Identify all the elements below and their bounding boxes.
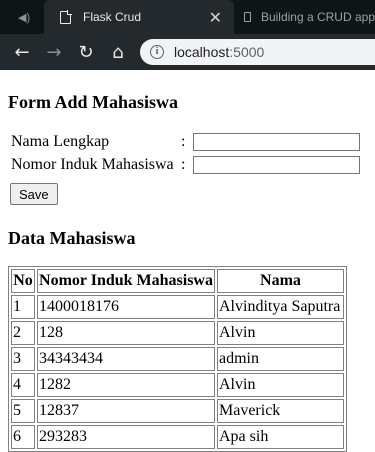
nim-cell (192, 155, 361, 176)
cell-no: 3 (11, 347, 35, 371)
speaker-icon: ◀︎) (18, 11, 31, 24)
column-header-nama: Nama (217, 269, 344, 293)
back-arrow-icon[interactable]: ← (8, 38, 36, 66)
navigation-bar: ← → ↻ ⌂ i localhost:5000 (0, 34, 375, 70)
cell-nama: Alvin (217, 373, 344, 397)
page-icon (60, 10, 72, 24)
cell-nim: 12837 (37, 399, 215, 423)
form-row-name: Nama Lengkap : (10, 132, 361, 153)
table-row: 3 34343434 admin (11, 347, 344, 371)
cell-nama: Alvin (217, 321, 344, 345)
info-icon[interactable]: i (150, 45, 164, 59)
column-header-no: No (11, 269, 35, 293)
url-host: localhost (174, 44, 230, 60)
cell-nama: Maverick (217, 399, 344, 423)
colon: : (181, 133, 186, 151)
reload-icon[interactable]: ↻ (72, 38, 100, 66)
form-heading: Form Add Mahasiswa (8, 92, 179, 112)
table-row: 4 1282 Alvin (11, 373, 344, 397)
cell-nim: 128 (37, 321, 215, 345)
tab-audio[interactable]: ◀︎) (0, 0, 44, 34)
table-header-row: No Nomor Induk Mahasiswa Nama (11, 269, 344, 293)
cell-nim: 1400018176 (37, 295, 215, 319)
address-bar[interactable]: i localhost:5000 (140, 39, 375, 65)
column-header-nim: Nomor Induk Mahasiswa (37, 269, 215, 293)
tab-label: Flask Crud (83, 10, 142, 24)
table-row: 5 12837 Maverick (11, 399, 344, 423)
cell-nama: admin (217, 347, 344, 371)
browser-chrome: ◀︎) Flask Crud ✕ Building a CRUD app ← →… (0, 0, 375, 70)
name-label: Nama Lengkap (11, 133, 110, 151)
article-icon (244, 12, 251, 22)
data-heading: Data Mahasiswa (8, 228, 136, 248)
cell-no: 5 (11, 399, 35, 423)
cell-no: 6 (11, 425, 35, 449)
cell-no: 4 (11, 373, 35, 397)
home-icon[interactable]: ⌂ (104, 38, 132, 66)
add-form: Nama Lengkap : Nomor Induk Mahasiswa : (8, 130, 363, 177)
nim-label: Nomor Induk Mahasiswa (11, 155, 174, 173)
nim-input[interactable] (193, 155, 360, 174)
cell-nim: 293283 (37, 425, 215, 449)
table-row: 2 128 Alvin (11, 321, 344, 345)
cell-nama: Apa sih (217, 425, 344, 449)
form-row-nim: Nomor Induk Mahasiswa : (10, 155, 361, 176)
cell-nim: 34343434 (37, 347, 215, 371)
mahasiswa-table: No Nomor Induk Mahasiswa Nama 1 14000181… (8, 266, 347, 452)
tab-label: Building a CRUD app (260, 10, 375, 24)
tab-building-crud[interactable]: Building a CRUD app (240, 0, 375, 34)
colon: : (181, 155, 186, 173)
forward-arrow-icon[interactable]: → (40, 38, 68, 66)
cell-nama: Alvinditya Saputra (217, 295, 344, 319)
table-row: 1 1400018176 Alvinditya Saputra (11, 295, 344, 319)
close-icon[interactable]: ✕ (209, 8, 222, 28)
name-cell (192, 132, 361, 153)
table-row: 6 293283 Apa sih (11, 425, 344, 449)
save-button[interactable]: Save (10, 183, 58, 205)
name-input[interactable] (193, 133, 360, 151)
tab-strip: ◀︎) Flask Crud ✕ Building a CRUD app (0, 0, 375, 34)
cell-no: 1 (11, 295, 35, 319)
page-content: Form Add Mahasiswa Nama Lengkap : Nomor … (0, 70, 375, 452)
cell-nim: 1282 (37, 373, 215, 397)
url-port: :5000 (229, 44, 265, 60)
tab-flask-crud[interactable]: Flask Crud ✕ (44, 0, 234, 34)
cell-no: 2 (11, 321, 35, 345)
